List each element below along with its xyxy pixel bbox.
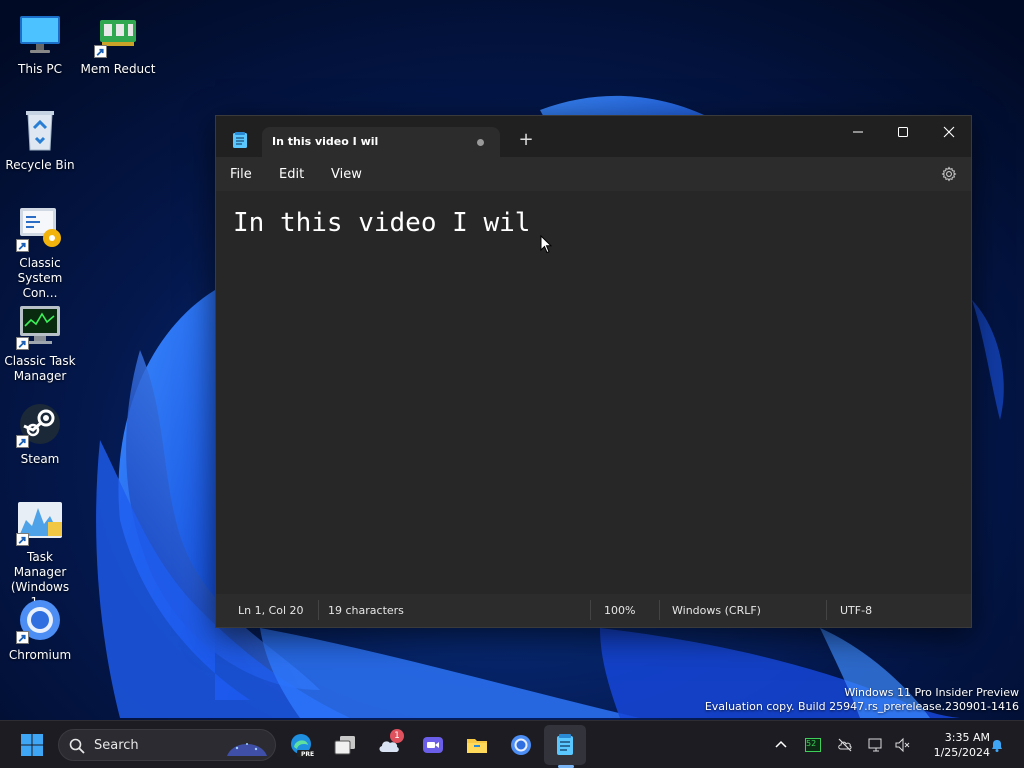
- desktop-icon-this-pc[interactable]: This PC: [0, 10, 80, 77]
- shortcut-arrow-icon: [16, 239, 29, 252]
- tab-title: In this video I wil: [272, 135, 379, 148]
- clock-time: 3:35 AM: [944, 731, 990, 744]
- taskbar-task-view[interactable]: [329, 729, 361, 761]
- show-hidden-icons-button[interactable]: [771, 735, 791, 755]
- shortcut-arrow-icon: [16, 435, 29, 448]
- settings-gear-icon[interactable]: [941, 166, 957, 182]
- menu-file[interactable]: File: [230, 167, 252, 182]
- recycle-bin-icon: [16, 106, 64, 154]
- desktop-icon-task-manager-windows[interactable]: Task Manager (Windows 1...: [0, 498, 80, 610]
- search-icon: [69, 738, 85, 754]
- memory-chip-icon: [94, 10, 142, 58]
- taskbar-notepad[interactable]: [549, 729, 581, 761]
- cpu-meter-value: 52: [806, 739, 817, 748]
- chromium-icon: [511, 735, 531, 755]
- clock-date: 1/25/2024: [933, 746, 990, 759]
- title-bar[interactable]: In this video I wil +: [216, 116, 971, 157]
- edge-pre-badge: PRE: [301, 751, 315, 758]
- desktop-icon-label: Mem Reduct: [80, 62, 156, 76]
- editor-content: In this video I wil: [233, 208, 531, 238]
- taskbar-search[interactable]: Search: [58, 729, 276, 761]
- monitor-icon: [16, 10, 64, 58]
- mouse-pointer-icon: [540, 235, 552, 254]
- task-manager-monitor-icon: [16, 302, 64, 350]
- desktop-icon-mem-reduct[interactable]: Mem Reduct: [78, 10, 158, 77]
- maximize-button[interactable]: [880, 116, 926, 148]
- taskbar: Search PRE 1 52 3:35 AM 1/25/2024: [0, 720, 1024, 768]
- desktop-icon-label: This PC: [18, 62, 62, 76]
- chromium-icon: [16, 596, 64, 644]
- chevron-up-icon: [775, 740, 787, 748]
- shortcut-arrow-icon: [16, 337, 29, 350]
- notifications-button[interactable]: [987, 735, 1007, 755]
- text-editor[interactable]: In this video I wil: [216, 191, 971, 596]
- status-divider: [659, 600, 660, 620]
- search-highlight-illustration-icon: [227, 743, 267, 756]
- desktop-icon-classic-system-config[interactable]: Classic System Con...: [0, 204, 80, 301]
- desktop-icon-chromium[interactable]: Chromium: [0, 596, 80, 663]
- network-icon: [868, 738, 882, 752]
- unsaved-dot-icon[interactable]: [477, 139, 484, 146]
- desktop-icon-label: Classic Task Manager: [4, 354, 76, 383]
- desktop-icon-label: Classic System Con...: [17, 256, 63, 300]
- close-icon: [943, 126, 955, 138]
- notepad-app-icon: [557, 734, 573, 755]
- tray-network[interactable]: [866, 735, 886, 755]
- notepad-app-icon: [233, 132, 247, 148]
- search-label: Search: [94, 738, 139, 753]
- notepad-window[interactable]: In this video I wil + File Edit View In …: [215, 115, 972, 628]
- shortcut-arrow-icon: [16, 533, 29, 546]
- desktop-icon-recycle-bin[interactable]: Recycle Bin: [0, 106, 80, 173]
- task-view-icon: [334, 736, 355, 755]
- steam-icon: [16, 400, 64, 448]
- menu-edit[interactable]: Edit: [279, 167, 304, 182]
- taskbar-file-explorer[interactable]: [461, 729, 493, 761]
- speaker-muted-icon: [895, 737, 910, 753]
- close-button[interactable]: [926, 116, 972, 148]
- taskbar-teams[interactable]: [417, 729, 449, 761]
- tab-document[interactable]: In this video I wil: [262, 127, 500, 157]
- bell-icon: [992, 740, 1002, 752]
- status-zoom[interactable]: 100%: [604, 604, 635, 617]
- menu-view[interactable]: View: [331, 167, 362, 182]
- status-bar: Ln 1, Col 20 19 characters 100% Windows …: [216, 594, 971, 627]
- folder-icon: [467, 739, 487, 753]
- minimize-button[interactable]: [835, 116, 881, 148]
- system-config-icon: [16, 204, 64, 252]
- tray-onedrive-offline[interactable]: [835, 735, 855, 755]
- status-line-ending[interactable]: Windows (CRLF): [672, 604, 761, 617]
- status-cursor-position: Ln 1, Col 20: [238, 604, 304, 617]
- windows-logo-icon: [21, 734, 43, 756]
- status-divider: [826, 600, 827, 620]
- cloud-off-icon: [838, 738, 852, 752]
- taskbar-edge-beta[interactable]: PRE: [285, 729, 317, 761]
- status-encoding[interactable]: UTF-8: [840, 604, 872, 617]
- watermark-line-1: Windows 11 Pro Insider Preview: [844, 686, 1019, 699]
- desktop-icon-label: Recycle Bin: [5, 158, 75, 172]
- minimize-icon: [853, 131, 863, 133]
- shortcut-arrow-icon: [94, 45, 107, 58]
- video-chat-icon: [423, 737, 443, 753]
- start-button[interactable]: [16, 729, 48, 761]
- task-manager-chart-icon: [16, 498, 64, 546]
- tray-cpu-meter[interactable]: 52: [803, 735, 823, 755]
- new-tab-button[interactable]: +: [516, 131, 536, 151]
- status-divider: [318, 600, 319, 620]
- status-character-count: 19 characters: [328, 604, 404, 617]
- desktop-icon-steam[interactable]: Steam: [0, 400, 80, 467]
- notification-count-badge: 1: [390, 729, 404, 743]
- evaluation-watermark: Windows 11 Pro Insider Preview Evaluatio…: [705, 686, 1019, 714]
- taskbar-clock[interactable]: 3:35 AM 1/25/2024: [916, 730, 990, 760]
- desktop-icon-classic-task-manager[interactable]: Classic Task Manager: [0, 302, 80, 384]
- maximize-icon: [898, 127, 908, 137]
- menu-bar: File Edit View: [216, 157, 971, 191]
- status-divider: [590, 600, 591, 620]
- shortcut-arrow-icon: [16, 631, 29, 644]
- watermark-line-2: Evaluation copy. Build 25947.rs_prerelea…: [704, 700, 1019, 713]
- tray-volume-muted[interactable]: [892, 735, 912, 755]
- taskbar-chromium[interactable]: [505, 729, 537, 761]
